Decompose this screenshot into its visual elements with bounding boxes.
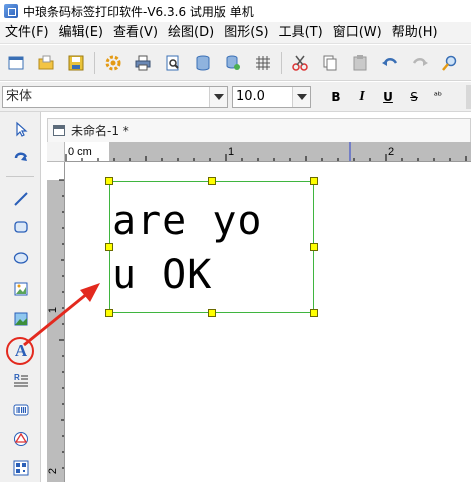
ruler-v-label-1: 1 (47, 306, 60, 314)
title-bar: 中琅条码标签打印软件-V6.3.6 试用版 单机 (0, 0, 471, 22)
chevron-down-icon[interactable] (209, 87, 227, 107)
drawing-tools-panel: A R (0, 112, 41, 482)
ellipse-tool-icon[interactable] (10, 247, 32, 269)
label-text-line-1: are yo (112, 198, 263, 244)
menu-window[interactable]: 窗口(W) (328, 22, 387, 44)
new-document-icon[interactable] (4, 51, 28, 75)
menu-file[interactable]: 文件(F) (0, 22, 54, 44)
toolbar-divider (94, 51, 95, 74)
horizontal-ruler: 0 cm 1 2 (65, 142, 471, 162)
paste-icon[interactable] (348, 51, 372, 75)
window-title: 中琅条码标签打印软件-V6.3.6 试用版 单机 (23, 4, 254, 19)
menu-view[interactable]: 查看(V) (108, 22, 163, 44)
copy-icon[interactable] (318, 51, 342, 75)
zoom-icon[interactable] (438, 51, 462, 75)
print-preview-icon[interactable] (161, 51, 185, 75)
format-toolbar: 宋体 10.0 B I U S ᵃᵇ (0, 82, 471, 112)
resize-handle-top-right[interactable] (310, 177, 318, 185)
ruler-h-label-2: 2 (388, 146, 395, 158)
resize-handle-top-left[interactable] (105, 177, 113, 185)
database-icon[interactable] (191, 51, 215, 75)
ruler-h-label-1: 1 (228, 146, 235, 158)
svg-text:R: R (14, 373, 20, 382)
select-arrow-icon[interactable] (10, 118, 32, 140)
font-family-value: 宋体 (6, 89, 33, 104)
underline-button[interactable]: U (378, 89, 398, 105)
document-icon (53, 125, 65, 136)
annotation-circle (6, 337, 34, 365)
chevron-down-icon[interactable] (292, 87, 310, 107)
app-logo-icon (4, 4, 18, 18)
undo-icon[interactable] (378, 51, 402, 75)
menu-bar: 文件(F) 编辑(E) 查看(V) 绘图(D) 图形(S) 工具(T) 窗口(W… (0, 22, 471, 44)
label-text-line-2: u OK (112, 252, 213, 298)
database-settings-icon[interactable] (221, 51, 245, 75)
menu-edit[interactable]: 编辑(E) (54, 22, 108, 44)
rectangle-tool-icon[interactable] (10, 216, 32, 238)
bold-button[interactable]: B (326, 89, 346, 105)
rotate-view-icon[interactable] (10, 146, 32, 168)
toolbar-divider (281, 51, 282, 74)
qrcode-tool-icon[interactable] (10, 457, 32, 479)
ruler-corner (47, 142, 65, 162)
barcode-text-tool-icon[interactable]: R (10, 369, 32, 391)
menu-draw[interactable]: 绘图(D) (163, 22, 219, 44)
open-folder-icon[interactable] (34, 51, 58, 75)
tool-divider (6, 176, 34, 177)
resize-handle-bottom-right[interactable] (310, 309, 318, 317)
save-icon[interactable] (64, 51, 88, 75)
settings-gear-icon[interactable] (101, 51, 125, 75)
grid-icon[interactable] (251, 51, 275, 75)
font-size-value: 10.0 (236, 89, 265, 104)
barcode-tool-icon[interactable] (10, 399, 32, 421)
print-icon[interactable] (131, 51, 155, 75)
line-tool-icon[interactable] (10, 188, 32, 210)
ruler-v-label-2: 2 (47, 467, 60, 475)
cut-icon[interactable] (288, 51, 312, 75)
picture-tool-icon[interactable] (10, 308, 32, 330)
menu-help[interactable]: 帮助(H) (387, 22, 443, 44)
resize-handle-bottom-left[interactable] (105, 309, 113, 317)
menu-tools[interactable]: 工具(T) (274, 22, 328, 44)
redo-icon[interactable] (408, 51, 432, 75)
toolbar-scroll-edge (466, 85, 471, 109)
spacing-icon[interactable]: ᵃᵇ (428, 89, 448, 105)
resize-handle-top[interactable] (208, 177, 216, 185)
strikethrough-button[interactable]: S (404, 89, 424, 105)
italic-button[interactable]: I (352, 89, 372, 105)
document-title: 未命名-1 * (71, 124, 129, 138)
font-family-select[interactable]: 宋体 (2, 86, 228, 108)
font-size-select[interactable]: 10.0 (232, 86, 311, 108)
shape-tool-icon[interactable] (10, 428, 32, 450)
menu-shape[interactable]: 图形(S) (219, 22, 273, 44)
resize-handle-bottom[interactable] (208, 309, 216, 317)
ruler-h-label-0: 0 cm (68, 146, 92, 158)
document-tab[interactable]: 未命名-1 * (47, 118, 471, 142)
main-toolbar (0, 45, 471, 81)
label-text-content: are yo u OK (112, 194, 312, 302)
image-tool-icon[interactable] (10, 278, 32, 300)
vertical-ruler: 1 2 (47, 162, 65, 482)
